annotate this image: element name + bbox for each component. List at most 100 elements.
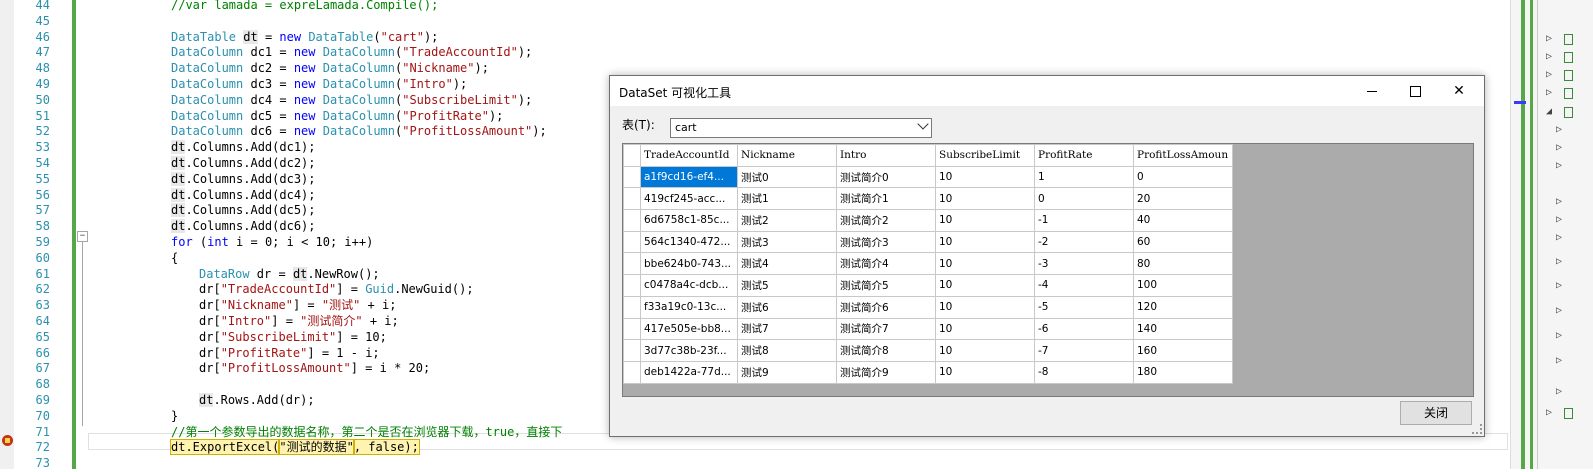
column-header[interactable]: TradeAccountId (640, 144, 738, 167)
row-header[interactable] (623, 274, 641, 297)
table-cell[interactable]: 140 (1133, 317, 1233, 341)
table-cell[interactable]: 10 (935, 165, 1035, 189)
row-header[interactable] (623, 187, 641, 211)
table-row[interactable]: deb1422a-77d... 测试9 测试简介9 10 -8 180 (623, 360, 1233, 384)
table-row[interactable]: f33a19c0-13c... 测试6 测试简介6 10 -5 120 (623, 295, 1233, 319)
table-row[interactable]: c0478a4c-dcb... 测试5 测试简介5 10 -4 100 (623, 274, 1233, 297)
column-header[interactable]: Intro (836, 144, 936, 167)
table-cell[interactable]: 60 (1133, 230, 1233, 254)
table-cell[interactable]: 3d77c38b-23f... (640, 339, 738, 362)
table-cell[interactable]: a1f9cd16-ef4... (640, 165, 738, 189)
table-cell[interactable]: 120 (1133, 295, 1233, 319)
tree-expand-icon[interactable]: ▷ (1556, 355, 1562, 366)
table-cell[interactable]: 417e505e-bb8... (640, 317, 738, 341)
tree-expand-icon[interactable]: ▷ (1546, 87, 1552, 98)
row-header[interactable] (623, 230, 641, 254)
table-cell[interactable]: 测试6 (737, 295, 837, 319)
table-cell[interactable]: 100 (1133, 274, 1233, 297)
row-header[interactable] (623, 317, 641, 341)
table-cell[interactable]: -1 (1034, 209, 1134, 232)
tree-expand-icon[interactable]: ▷ (1556, 214, 1562, 225)
table-cell[interactable]: c0478a4c-dcb... (640, 274, 738, 297)
table-cell[interactable]: 测试简介9 (836, 360, 936, 384)
table-cell[interactable]: 10 (935, 360, 1035, 384)
data-grid[interactable]: TradeAccountId Nickname Intro SubscribeLimi… (622, 143, 1474, 397)
tree-expand-icon[interactable]: ▷ (1556, 232, 1562, 243)
table-cell[interactable]: 10 (935, 187, 1035, 211)
tree-expand-icon[interactable]: ▷ (1556, 305, 1562, 316)
table-cell[interactable]: 10 (935, 209, 1035, 232)
table-cell[interactable]: 测试3 (737, 230, 837, 254)
table-cell[interactable]: bbe624b0-743... (640, 252, 738, 276)
column-header[interactable]: Nickname (737, 144, 837, 167)
row-header[interactable] (623, 339, 641, 362)
table-cell[interactable]: 测试5 (737, 274, 837, 297)
tree-expand-icon[interactable]: ▷ (1556, 160, 1562, 171)
row-header[interactable] (623, 252, 641, 276)
table-row[interactable]: 6d6758c1-85c... 测试2 测试简介2 10 -1 40 (623, 209, 1233, 232)
table-cell[interactable]: deb1422a-77d... (640, 360, 738, 384)
table-row[interactable]: 419cf245-acc... 测试1 测试简介1 10 0 20 (623, 187, 1233, 211)
table-cell[interactable]: 10 (935, 230, 1035, 254)
table-cell[interactable]: 160 (1133, 339, 1233, 362)
resize-grip[interactable] (1472, 424, 1482, 434)
close-button[interactable]: 关闭 (1400, 401, 1472, 425)
tree-collapse-icon[interactable]: ◢ (1546, 106, 1552, 117)
table-cell[interactable]: 40 (1133, 209, 1233, 232)
close-window-button[interactable]: ✕ (1437, 76, 1481, 106)
table-row[interactable]: 564c1340-472... 测试3 测试简介3 10 -2 60 (623, 230, 1233, 254)
row-header-corner[interactable] (623, 144, 641, 167)
table-cell[interactable]: 测试简介0 (836, 165, 936, 189)
table-cell[interactable]: 20 (1133, 187, 1233, 211)
table-cell[interactable]: -2 (1034, 230, 1134, 254)
solution-explorer-panel[interactable]: ▷ ▷ ▷ ▷ ◢ ▷ ▷ ▷ ▷ ▷ ▷ ▷ ▷ ▷ ▷ ▷ ▷ ▷ (1537, 0, 1593, 469)
table-row[interactable]: bbe624b0-743... 测试4 测试简介4 10 -3 80 (623, 252, 1233, 276)
table-cell[interactable]: 180 (1133, 360, 1233, 384)
row-header[interactable] (623, 209, 641, 232)
table-cell[interactable]: 6d6758c1-85c... (640, 209, 738, 232)
table-cell[interactable]: 测试简介1 (836, 187, 936, 211)
table-cell[interactable]: 测试简介8 (836, 339, 936, 362)
table-cell[interactable]: 测试简介3 (836, 230, 936, 254)
table-cell[interactable]: 测试简介2 (836, 209, 936, 232)
table-cell[interactable]: 10 (935, 339, 1035, 362)
tree-expand-icon[interactable]: ▷ (1546, 33, 1552, 44)
tree-expand-icon[interactable]: ▷ (1556, 196, 1562, 207)
table-cell[interactable]: -6 (1034, 317, 1134, 341)
table-cell[interactable]: 0 (1133, 165, 1233, 189)
table-cell[interactable]: 测试2 (737, 209, 837, 232)
tree-expand-icon[interactable]: ▷ (1546, 407, 1552, 418)
maximize-button[interactable] (1393, 76, 1437, 106)
table-cell[interactable]: 10 (935, 295, 1035, 319)
table-cell[interactable]: 10 (935, 274, 1035, 297)
table-row[interactable]: 3d77c38b-23f... 测试8 测试简介8 10 -7 160 (623, 339, 1233, 362)
table-cell[interactable]: -8 (1034, 360, 1134, 384)
table-cell[interactable]: 测试8 (737, 339, 837, 362)
tree-expand-icon[interactable]: ▷ (1546, 51, 1552, 62)
table-cell[interactable]: 测试简介5 (836, 274, 936, 297)
tree-expand-icon[interactable]: ▷ (1556, 142, 1562, 153)
table-select[interactable]: cart (670, 118, 932, 138)
column-header[interactable]: SubscribeLimit (935, 144, 1035, 167)
table-cell[interactable]: 10 (935, 317, 1035, 341)
table-cell[interactable]: 80 (1133, 252, 1233, 276)
table-cell[interactable]: -5 (1034, 295, 1134, 319)
table-cell[interactable]: f33a19c0-13c... (640, 295, 738, 319)
table-cell[interactable]: 测试简介6 (836, 295, 936, 319)
table-cell[interactable]: 0 (1034, 187, 1134, 211)
tree-expand-icon[interactable]: ▷ (1556, 280, 1562, 291)
tree-expand-icon[interactable]: ▷ (1556, 330, 1562, 341)
dialog-titlebar[interactable]: DataSet 可视化工具 ✕ (610, 76, 1484, 106)
tree-expand-icon[interactable]: ▷ (1556, 386, 1562, 397)
column-header[interactable]: ProfitRate (1034, 144, 1134, 167)
table-cell[interactable]: -3 (1034, 252, 1134, 276)
table-cell[interactable]: 测试1 (737, 187, 837, 211)
table-cell[interactable]: -4 (1034, 274, 1134, 297)
minimize-button[interactable] (1350, 76, 1394, 106)
tree-expand-icon[interactable]: ▷ (1556, 124, 1562, 135)
tree-expand-icon[interactable]: ▷ (1556, 256, 1562, 267)
row-header[interactable] (623, 295, 641, 319)
table-row[interactable]: a1f9cd16-ef4... 测试0 测试简介0 10 1 0 (623, 165, 1233, 189)
table-cell[interactable]: 测试0 (737, 165, 837, 189)
table-cell[interactable]: 测试7 (737, 317, 837, 341)
